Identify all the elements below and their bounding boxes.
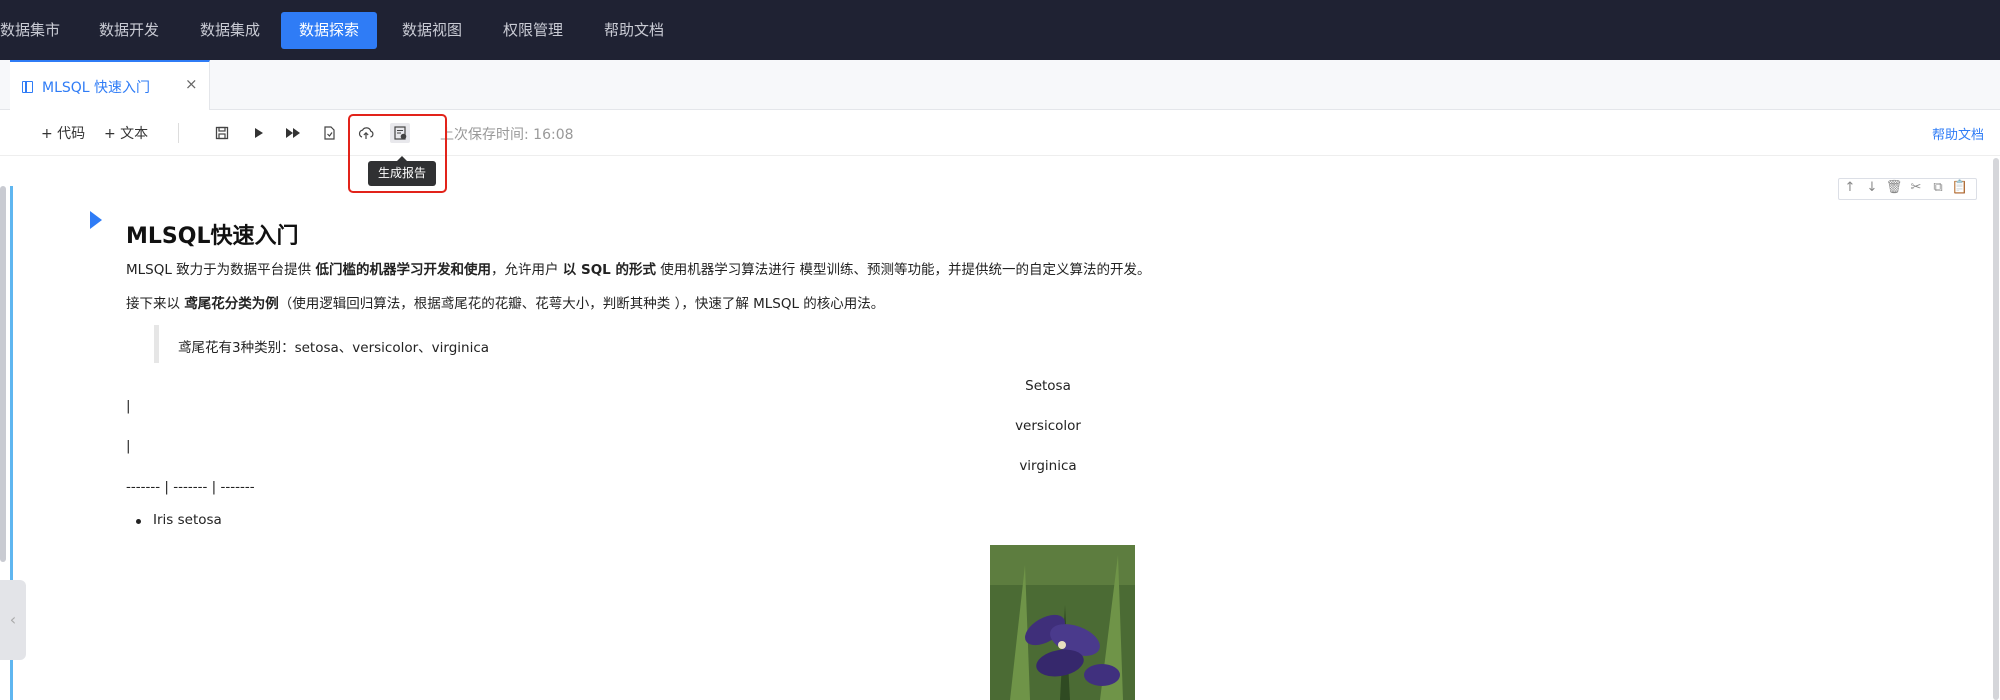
- tab-label: MLSQL 快速入门: [42, 80, 151, 96]
- cut-icon[interactable]: ✂: [1905, 180, 1927, 195]
- nav-item-help-docs[interactable]: 帮助文档: [604, 12, 664, 49]
- text-fragment: MLSQL 致力于为数据平台提供: [126, 262, 316, 278]
- blockquote-text: 鸢尾花有3种类别：setosa、versicolor、virginica: [178, 340, 490, 356]
- nav-item-data-view[interactable]: 数据视图: [402, 12, 462, 49]
- text-fragment: 接下来以: [126, 296, 185, 312]
- right-scrollbar[interactable]: [1993, 158, 1999, 700]
- list-item: Iris setosa: [153, 512, 222, 528]
- notebook-toolbar: + 代码 + 文本 上次保存时间: 16:08 帮助文档: [0, 110, 2000, 156]
- toolbar-divider: [178, 123, 179, 143]
- export-file-icon[interactable]: [319, 123, 339, 143]
- blockquote-bar: [154, 325, 159, 363]
- bullet-marker: [136, 519, 141, 524]
- table-pipe: |: [126, 398, 131, 414]
- move-down-icon[interactable]: ↓: [1861, 180, 1883, 195]
- nav-item-data-market[interactable]: 数据集市: [0, 12, 60, 49]
- table-cell-versicolor: versicolor: [1015, 418, 1081, 434]
- nav-item-data-development[interactable]: 数据开发: [99, 12, 159, 49]
- table-cell-virginica: virginica: [1019, 458, 1077, 474]
- run-icon[interactable]: [248, 123, 268, 143]
- tab-bar: MLSQL 快速入门 ×: [0, 60, 2000, 110]
- top-navigation: 数据集市 数据开发 数据集成 数据探索 数据视图 权限管理 帮助文档: [0, 0, 2000, 60]
- bold-fragment: 鸢尾花分类为例: [184, 296, 279, 312]
- example-paragraph: 接下来以 鸢尾花分类为例（使用逻辑回归算法，根据鸢尾花的花瓣、花萼大小，判断其种…: [126, 292, 884, 312]
- close-icon[interactable]: ×: [185, 75, 198, 93]
- doc-title: MLSQL快速入门: [126, 224, 299, 249]
- notebook-icon: [22, 81, 33, 93]
- text-fragment: （使用逻辑回归算法，根据鸢尾花的花瓣、花萼大小，判断其种类 ），快速了解 MLS…: [278, 296, 885, 312]
- text-fragment: 使用机器学习算法进行 模型训练、预测等功能，并提供统一的自定义算法的开发。: [655, 262, 1151, 278]
- save-icon[interactable]: [212, 123, 232, 143]
- move-up-icon[interactable]: ↑: [1839, 180, 1861, 195]
- left-scrollbar[interactable]: [0, 186, 6, 562]
- iris-setosa-image: [990, 545, 1135, 700]
- nav-item-permission-management[interactable]: 权限管理: [503, 12, 563, 49]
- table-separator: ------- | ------- | -------: [126, 479, 255, 495]
- copy-icon[interactable]: ⧉: [1927, 180, 1949, 195]
- bold-fragment: 低门槛的机器学习开发和使用: [315, 262, 491, 278]
- table-cell-setosa: Setosa: [1025, 378, 1071, 394]
- add-code-button[interactable]: + 代码: [41, 123, 85, 143]
- chevron-left-icon: ‹: [9, 610, 17, 629]
- nav-item-data-exploration[interactable]: 数据探索: [281, 12, 377, 49]
- tab-mlsql-quickstart[interactable]: MLSQL 快速入门 ×: [10, 60, 210, 110]
- cell-toolbar: ↑ ↓ 🗑 ✂ ⧉ 📋: [1838, 178, 1977, 200]
- cell-run-triangle-icon[interactable]: [90, 211, 102, 229]
- help-docs-link[interactable]: 帮助文档: [1932, 124, 1984, 143]
- intro-paragraph: MLSQL 致力于为数据平台提供 低门槛的机器学习开发和使用，允许用户 以 SQ…: [126, 258, 1151, 278]
- run-all-icon[interactable]: [283, 123, 303, 143]
- add-text-button[interactable]: + 文本: [104, 123, 148, 143]
- paste-icon[interactable]: 📋: [1949, 180, 1971, 195]
- delete-icon[interactable]: 🗑: [1883, 180, 1905, 195]
- last-saved-time: 上次保存时间: 16:08: [440, 127, 574, 143]
- table-pipe: |: [126, 438, 131, 454]
- collapse-sidebar-button[interactable]: ‹: [0, 580, 26, 660]
- generate-report-tooltip: 生成报告: [368, 156, 436, 186]
- bold-fragment: 以 SQL 的形式: [562, 262, 656, 278]
- text-fragment: ，允许用户: [490, 262, 563, 278]
- nav-item-data-integration[interactable]: 数据集成: [200, 12, 260, 49]
